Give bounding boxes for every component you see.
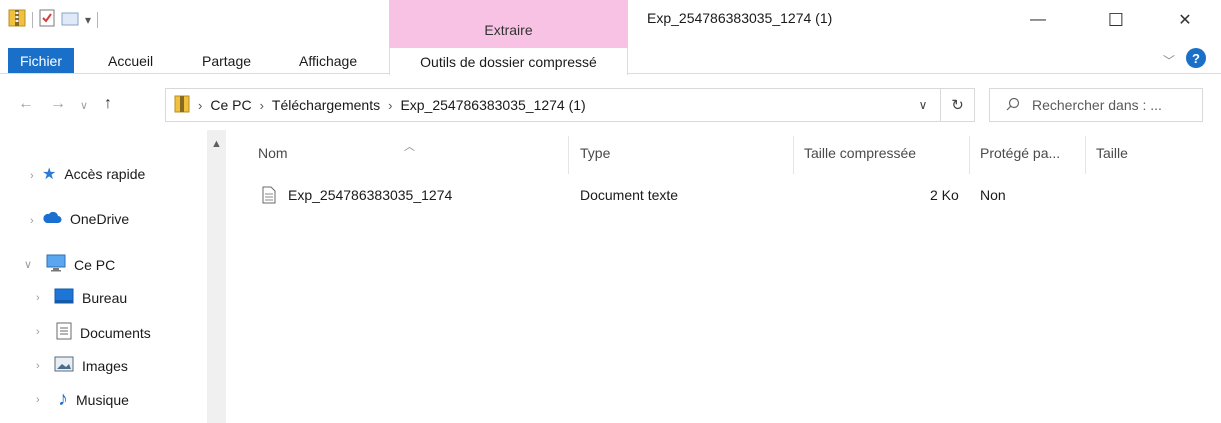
breadcrumb-telechargements[interactable]: Téléchargements xyxy=(272,97,380,113)
column-header-protege[interactable]: Protégé pa... xyxy=(980,145,1060,161)
expand-bureau-icon[interactable]: › xyxy=(36,292,40,304)
qat-divider xyxy=(32,11,33,28)
column-header-taille-compressee[interactable]: Taille compressée xyxy=(804,145,916,161)
zip-folder-icon xyxy=(174,95,190,116)
minimize-icon: — xyxy=(1030,11,1046,28)
star-icon: ★ xyxy=(42,166,57,183)
cloud-icon xyxy=(42,210,62,227)
nav-item-ce-pc[interactable]: Ce PC xyxy=(46,254,115,275)
tab-partage[interactable]: Partage xyxy=(192,48,261,74)
nav-item-label: Musique xyxy=(76,391,129,408)
file-compressed-size: 2 Ko xyxy=(930,187,959,203)
tab-outils-dossier-compresse[interactable]: Outils de dossier compressé xyxy=(389,44,628,75)
nav-item-acces-rapide[interactable]: ★ Accès rapide xyxy=(42,164,145,184)
tab-accueil[interactable]: Accueil xyxy=(98,48,163,74)
expand-musique-icon[interactable]: › xyxy=(36,394,40,406)
tab-affichage[interactable]: Affichage xyxy=(289,48,367,74)
nav-item-musique[interactable]: ♪ Musique xyxy=(58,388,129,411)
images-icon xyxy=(54,356,74,375)
context-tab-extraire[interactable]: Extraire xyxy=(389,0,628,44)
search-placeholder: Rechercher dans : ... xyxy=(1032,97,1162,113)
nav-item-label: Images xyxy=(82,357,128,374)
search-box[interactable]: Rechercher dans : ... xyxy=(989,88,1203,122)
table-row[interactable]: Exp_254786383035_1274 Document texte 2 K… xyxy=(246,178,1206,212)
breadcrumb-current-folder[interactable]: Exp_254786383035_1274 (1) xyxy=(400,97,585,113)
column-header-type[interactable]: Type xyxy=(580,145,610,161)
close-icon: ✕ xyxy=(1178,12,1192,29)
collapse-ce-pc-icon[interactable]: ∨ xyxy=(24,258,32,271)
file-protected: Non xyxy=(980,187,1006,203)
search-icon xyxy=(1006,97,1020,114)
expand-quick-access-icon[interactable]: › xyxy=(30,170,34,182)
expand-ribbon-icon[interactable]: ﹀ xyxy=(1163,52,1175,69)
navigation-pane: › ★ Accès rapide › OneDrive ∨ Ce PC › Bu… xyxy=(0,130,228,423)
breadcrumb-separator: › xyxy=(198,97,203,113)
history-dropdown-icon[interactable]: ∨ xyxy=(906,98,940,112)
back-icon[interactable]: ← xyxy=(18,95,34,113)
tab-fichier[interactable]: Fichier xyxy=(8,48,75,73)
column-header-taille[interactable]: Taille xyxy=(1096,145,1128,161)
nav-item-bureau[interactable]: Bureau xyxy=(54,288,127,307)
context-tab-label: Extraire xyxy=(484,22,533,38)
sort-ascending-icon: ︿ xyxy=(404,141,415,153)
navigation-scrollbar[interactable]: ▲ xyxy=(207,130,226,423)
minimize-button[interactable]: — xyxy=(1015,0,1061,40)
maximize-icon: ☐ xyxy=(1107,9,1125,30)
customize-qat-icon[interactable]: ▾ xyxy=(85,13,91,27)
nav-item-label: Ce PC xyxy=(74,256,116,273)
forward-icon[interactable]: → xyxy=(50,95,66,113)
desktop-icon xyxy=(54,288,74,307)
qat-divider xyxy=(97,11,99,28)
file-type: Document texte xyxy=(580,187,679,203)
nav-item-label: OneDrive xyxy=(70,210,130,227)
title-bar: ▾ Extraire Exp_254786383035_1274 (1) — ☐… xyxy=(0,0,1221,44)
window-title: Exp_254786383035_1274 (1) xyxy=(647,10,833,26)
nav-item-label: Accès rapide xyxy=(64,166,146,182)
expand-onedrive-icon[interactable]: › xyxy=(30,215,34,227)
zip-folder-icon[interactable] xyxy=(8,8,26,31)
nav-item-documents[interactable]: Documents xyxy=(56,322,151,343)
computer-icon xyxy=(46,254,66,275)
breadcrumb-separator: › xyxy=(259,97,264,113)
scroll-up-icon[interactable]: ▲ xyxy=(207,138,226,150)
breadcrumb-separator: › xyxy=(388,97,393,113)
address-bar[interactable]: › Ce PC › Téléchargements › Exp_25478638… xyxy=(165,88,975,122)
new-folder-icon[interactable] xyxy=(61,9,79,30)
recent-locations-icon[interactable]: ∨ xyxy=(80,99,88,112)
quick-access-toolbar: ▾ xyxy=(8,8,99,31)
column-divider[interactable] xyxy=(793,136,794,174)
maximize-button[interactable]: ☐ xyxy=(1093,0,1139,40)
column-divider[interactable] xyxy=(568,136,569,174)
close-button[interactable]: ✕ xyxy=(1162,0,1208,40)
help-icon[interactable]: ? xyxy=(1186,48,1206,68)
nav-item-images[interactable]: Images xyxy=(54,356,128,375)
breadcrumb: › Ce PC › Téléchargements › Exp_25478638… xyxy=(166,95,586,116)
column-divider[interactable] xyxy=(1085,136,1086,174)
music-icon: ♪ xyxy=(58,388,68,410)
nav-item-onedrive[interactable]: OneDrive xyxy=(42,210,129,227)
context-accent-strip xyxy=(389,44,628,48)
expand-images-icon[interactable]: › xyxy=(36,360,40,372)
nav-item-label: Documents xyxy=(80,324,151,341)
refresh-icon[interactable]: ↻ xyxy=(940,89,974,121)
expand-documents-icon[interactable]: › xyxy=(36,326,40,338)
nav-item-label: Bureau xyxy=(82,289,128,306)
up-icon[interactable]: ↑ xyxy=(104,95,112,113)
text-file-icon xyxy=(262,186,276,207)
breadcrumb-ce-pc[interactable]: Ce PC xyxy=(210,97,251,113)
properties-icon[interactable] xyxy=(39,9,55,30)
file-name: Exp_254786383035_1274 xyxy=(288,187,453,203)
column-header-nom[interactable]: Nom xyxy=(258,145,288,161)
address-actions: ∨ ↻ xyxy=(906,89,974,121)
documents-icon xyxy=(56,322,72,343)
address-row: ← → ∨ ↑ › Ce PC › Téléchargements › Exp_… xyxy=(0,75,1221,129)
column-divider[interactable] xyxy=(969,136,970,174)
ribbon-tabs: Fichier Accueil Partage Affichage Outils… xyxy=(0,44,1221,75)
